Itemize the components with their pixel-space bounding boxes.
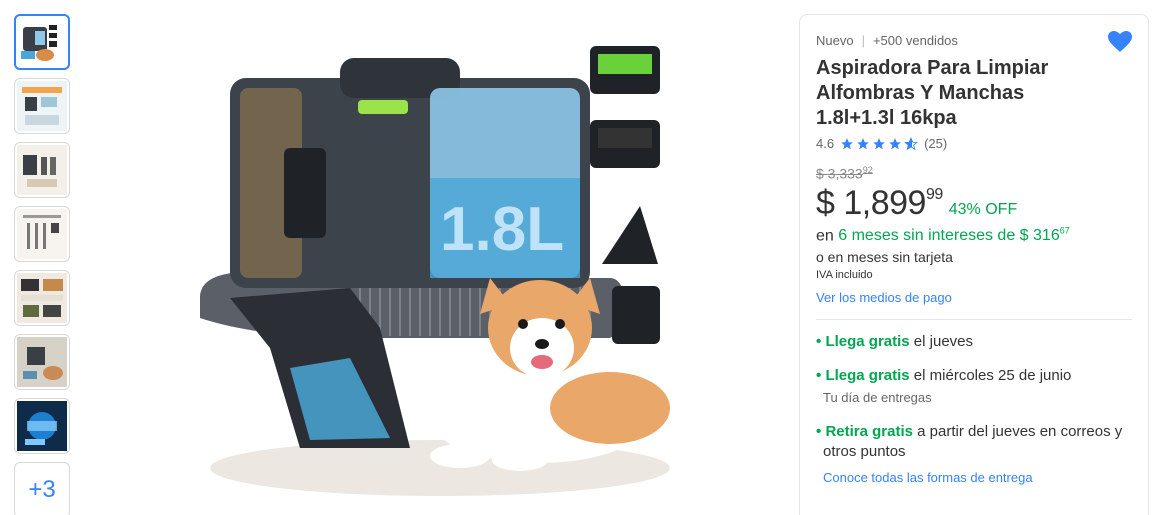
installments: en 6 meses sin intereses de $ 31667 xyxy=(816,226,1132,245)
shipping-free-label: Llega gratis xyxy=(825,332,910,350)
current-price: $ 1,89999 xyxy=(816,184,943,223)
more-images-button[interactable]: +3 xyxy=(14,462,70,515)
thumbnail-1[interactable] xyxy=(14,14,70,70)
payment-methods-link[interactable]: Ver los medios de pago xyxy=(816,290,1132,305)
pickup-details: a partir del jueves en correos y xyxy=(912,422,1123,440)
shipping-bullet: • xyxy=(816,366,822,384)
price-row: $ 1,89999 43% OFF xyxy=(816,184,1132,223)
product-title: Aspiradora Para Limpiar Alfombras Y Manc… xyxy=(816,57,1049,129)
discount-badge: 43% OFF xyxy=(948,200,1018,218)
rating[interactable]: 4.6 (25) xyxy=(816,136,1132,151)
shipping-option-3: • Retira gratis a partir del jueves en c… xyxy=(816,422,1132,462)
star-icon xyxy=(857,137,869,149)
pickup-free-label: Retira gratis xyxy=(825,422,913,440)
old-price-main: $ 3,333 xyxy=(816,165,863,182)
thumbnail-7[interactable] xyxy=(14,398,70,454)
thumbnail-5[interactable] xyxy=(14,270,70,326)
rating-value: 4.6 xyxy=(816,136,835,151)
tax-note: IVA incluido xyxy=(816,268,873,281)
thumbnail-gallery: +3 xyxy=(14,14,70,515)
heart-icon[interactable] xyxy=(1108,31,1132,53)
product-image: 1.8L xyxy=(200,46,670,496)
shipping-free-label: Llega gratis xyxy=(825,366,910,384)
meta-separator: | xyxy=(861,33,865,48)
rating-stars xyxy=(840,136,919,151)
shipping-option-2: • Llega gratis el miércoles 25 de junio … xyxy=(816,366,1132,408)
review-count: (25) xyxy=(924,136,948,151)
installments-text: 6 meses sin intereses de $ 316 xyxy=(838,226,1060,244)
price-main: $ 1,899 xyxy=(816,183,926,222)
shipping-bullet: • xyxy=(816,332,822,350)
condition-label: Nuevo xyxy=(816,33,854,48)
star-half-icon xyxy=(904,136,919,150)
installments-offer: 6 meses sin intereses de $ 31667 xyxy=(838,225,1070,244)
product-info-panel: Nuevo | +500 vendidos Aspiradora Para Li… xyxy=(799,14,1149,515)
star-icon xyxy=(889,137,901,149)
shipping-bullet: • xyxy=(816,422,822,440)
thumbnail-2[interactable] xyxy=(14,78,70,134)
star-icon xyxy=(841,137,853,149)
thumbnail-4[interactable] xyxy=(14,206,70,262)
star-icon xyxy=(873,137,885,149)
shipping-option-1: • Llega gratis el jueves xyxy=(816,332,1132,352)
installments-prefix: en xyxy=(816,226,839,244)
sold-count: +500 vendidos xyxy=(872,33,958,48)
product-meta: Nuevo | +500 vendidos xyxy=(816,33,1132,48)
divider xyxy=(816,318,1132,320)
delivery-day-note: Tu día de entregas xyxy=(823,389,932,405)
thumbnail-3[interactable] xyxy=(14,142,70,198)
old-price: $ 3,33392 xyxy=(816,165,1132,182)
thumbnail-6[interactable] xyxy=(14,334,70,390)
tank-capacity-label: 1.8L xyxy=(440,195,564,264)
price-cents: 99 xyxy=(925,186,943,204)
old-price-cents: 92 xyxy=(862,165,873,175)
alt-payment: o en meses sin tarjeta xyxy=(816,248,953,265)
shipping-date: el miércoles 25 de junio xyxy=(909,366,1072,384)
pickup-details-continued: otros puntos xyxy=(823,442,906,460)
installments-cents: 67 xyxy=(1059,225,1070,236)
shipping-options-link[interactable]: Conoce todas las formas de entrega xyxy=(816,470,1132,485)
shipping-date: el jueves xyxy=(909,332,974,350)
